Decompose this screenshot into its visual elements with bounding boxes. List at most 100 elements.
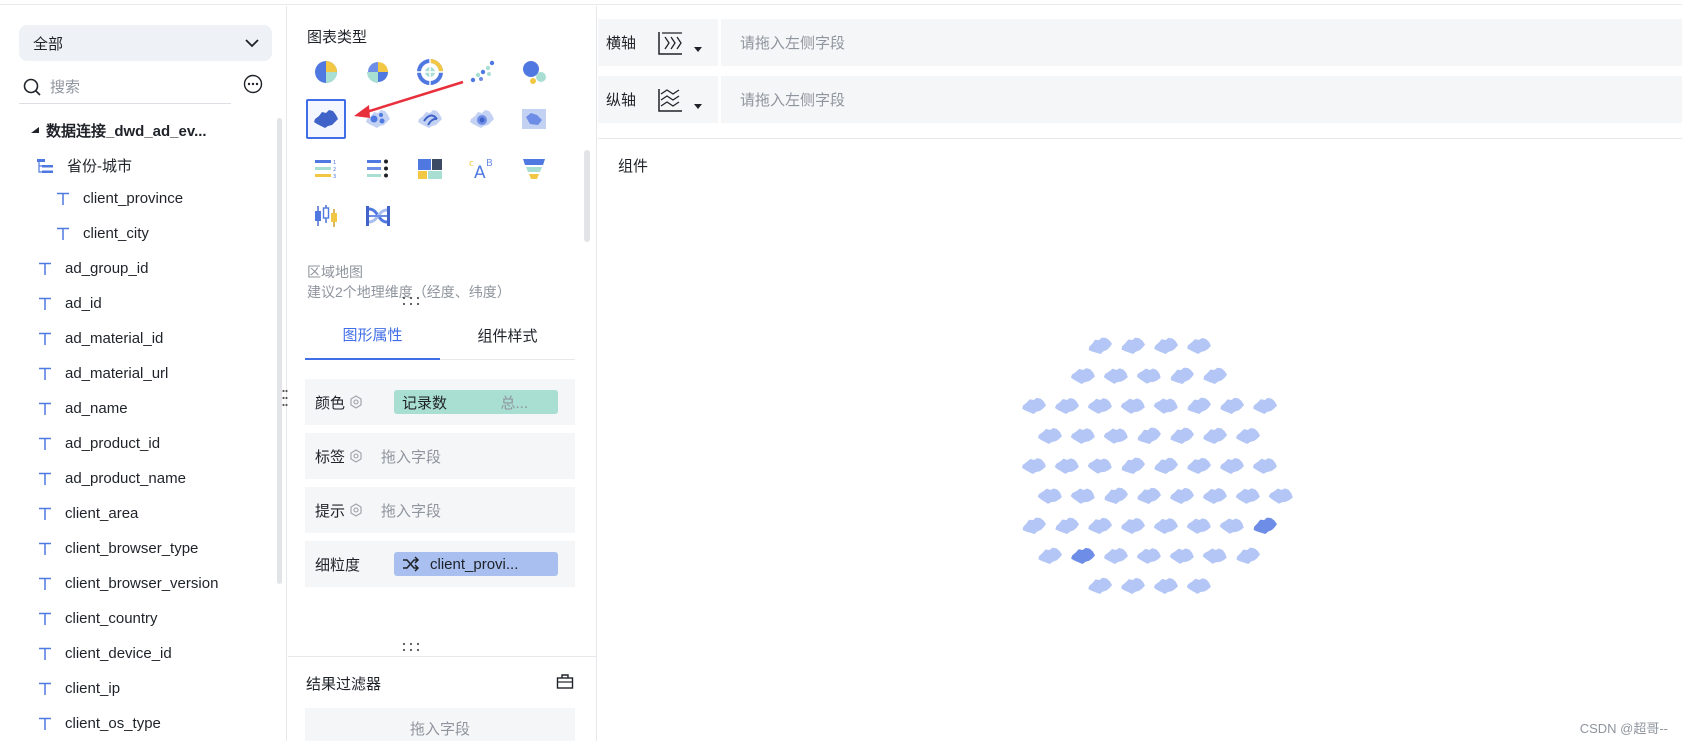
field-item[interactable]: client_city xyxy=(55,225,149,242)
province-shape xyxy=(1169,548,1194,564)
scope-select-value: 全部 xyxy=(33,35,64,53)
filter-drop-zone[interactable]: 拖入字段 xyxy=(305,708,575,741)
chart-types-scrollbar[interactable] xyxy=(584,150,590,242)
candlestick-chart-type[interactable] xyxy=(306,196,346,236)
x-axis-label-box: 横轴 xyxy=(598,19,718,66)
field-item[interactable]: ad_material_url xyxy=(37,365,168,382)
x-axis-caret-icon[interactable] xyxy=(694,46,703,53)
region-map-preview xyxy=(1021,337,1293,595)
field-item[interactable]: client_browser_type xyxy=(37,540,198,557)
text-type-icon xyxy=(37,681,53,697)
tree-node-label: ad_group_id xyxy=(65,260,149,277)
tree-node-label: client_country xyxy=(65,610,158,627)
province-shape xyxy=(1088,517,1113,535)
bubble-map-chart-type[interactable] xyxy=(358,99,398,139)
province-shape xyxy=(1070,488,1095,504)
province-shape xyxy=(1170,487,1195,505)
province-shape xyxy=(1235,488,1260,504)
ranking-list-chart-type[interactable]: 123 xyxy=(306,149,346,189)
field-search[interactable]: 搜索 xyxy=(19,70,231,104)
tab-component-style[interactable]: 组件样式 xyxy=(440,310,575,360)
province-shape xyxy=(1054,458,1079,474)
watermark: CSDN @超哥-- xyxy=(1579,721,1668,736)
province-shape xyxy=(1236,427,1261,445)
field-item[interactable]: client_browser_version xyxy=(37,575,218,592)
ring-chart-type[interactable] xyxy=(410,52,450,92)
x-axis-drop-zone[interactable]: 请拖入左侧字段 xyxy=(721,19,1682,66)
bi-editor: 全部 搜索 数据连接_dwd_ad_ev... 省份-城市 client_provi… xyxy=(0,0,1682,741)
field-item[interactable]: ad_group_id xyxy=(37,260,148,277)
bubble-map-icon xyxy=(366,110,390,128)
tooltip-drop-zone[interactable]: 拖入字段 xyxy=(381,500,441,521)
datasource-node[interactable]: 数据连接_dwd_ad_ev... xyxy=(30,120,207,141)
label-drop-zone[interactable]: 拖入字段 xyxy=(381,446,441,467)
briefcase-icon[interactable] xyxy=(556,673,574,690)
heat-map-chart-type[interactable] xyxy=(462,99,502,139)
field-item[interactable]: client_country xyxy=(37,610,158,627)
gear-icon[interactable] xyxy=(349,395,363,409)
text-type-icon xyxy=(55,226,71,242)
tree-node-label: client_os_type xyxy=(65,715,161,732)
color-map-chart-type[interactable] xyxy=(514,99,554,139)
gear-icon[interactable] xyxy=(349,449,363,463)
region-map-chart-type[interactable] xyxy=(306,99,346,139)
province-shape xyxy=(1187,397,1212,415)
rose-chart-type[interactable] xyxy=(358,52,398,92)
detail-list-chart-type[interactable] xyxy=(358,149,398,189)
y-axis-sort-icon[interactable] xyxy=(656,86,684,114)
field-item[interactable]: ad_id xyxy=(37,295,102,312)
color-field-pill[interactable]: 记录数 总... xyxy=(394,390,558,414)
province-shape xyxy=(1103,368,1128,384)
svg-text:A: A xyxy=(474,163,486,182)
province-shape xyxy=(1170,427,1195,445)
bubble-chart-type[interactable] xyxy=(514,52,554,92)
field-item[interactable]: client_os_type xyxy=(37,715,161,732)
field-item[interactable]: ad_product_name xyxy=(37,470,186,487)
field-list-scrollbar[interactable] xyxy=(277,118,282,584)
text-type-icon xyxy=(37,646,53,662)
color-field-name: 记录数 xyxy=(402,394,448,412)
field-item[interactable]: ad_name xyxy=(37,400,128,417)
pie-chart-type[interactable] xyxy=(306,52,346,92)
y-axis-caret-icon[interactable] xyxy=(694,103,703,110)
province-shape xyxy=(1021,458,1046,474)
field-item[interactable]: client_province xyxy=(55,190,183,207)
tree-node-label: ad_material_id xyxy=(65,330,164,347)
word-cloud-chart-type[interactable]: cAB xyxy=(462,149,502,189)
field-item[interactable]: client_ip xyxy=(37,680,120,697)
treemap-chart-type[interactable] xyxy=(410,149,450,189)
funnel-chart-type[interactable] xyxy=(514,149,554,189)
tab-graphic-properties[interactable]: 图形属性 xyxy=(305,310,440,360)
text-type-icon xyxy=(55,191,71,207)
hierarchy-icon xyxy=(37,158,53,174)
y-axis-drop-zone[interactable]: 请拖入左侧字段 xyxy=(721,76,1682,123)
granularity-field-pill[interactable]: client_provi... xyxy=(394,552,558,576)
province-shape xyxy=(1219,518,1244,534)
data-panel: 全部 搜索 数据连接_dwd_ad_ev... 省份-城市 client_provi… xyxy=(0,6,287,741)
sankey-chart-type[interactable] xyxy=(358,196,398,236)
province-shape xyxy=(1037,428,1062,444)
y-axis-shelf: 纵轴 请拖入左侧字段 xyxy=(598,76,1682,123)
result-filter-title: 结果过滤器 xyxy=(306,676,382,693)
top-divider xyxy=(0,4,1682,5)
scatter-chart-type[interactable] xyxy=(462,52,502,92)
filter-resize-handle[interactable] xyxy=(402,642,420,652)
svg-text:3: 3 xyxy=(333,174,336,180)
search-input[interactable]: 搜索 xyxy=(50,76,80,97)
scope-select[interactable]: 全部 xyxy=(19,25,272,61)
field-item[interactable]: client_device_id xyxy=(37,645,172,662)
text-type-icon xyxy=(37,261,53,277)
field-item[interactable]: ad_material_id xyxy=(37,330,163,347)
shuffle-icon xyxy=(403,556,420,572)
field-item[interactable]: ad_product_id xyxy=(37,435,160,452)
section-resize-handle[interactable] xyxy=(402,296,420,306)
hierarchy-node[interactable]: 省份-城市 xyxy=(37,155,132,176)
province-shape xyxy=(1202,488,1227,504)
text-type-icon xyxy=(37,576,53,592)
gear-icon[interactable] xyxy=(349,503,363,517)
x-axis-sort-icon[interactable] xyxy=(656,29,684,57)
flow-map-chart-type[interactable] xyxy=(410,99,450,139)
text-type-icon xyxy=(37,541,53,557)
field-item[interactable]: client_area xyxy=(37,505,138,522)
more-options-icon[interactable] xyxy=(243,74,263,94)
